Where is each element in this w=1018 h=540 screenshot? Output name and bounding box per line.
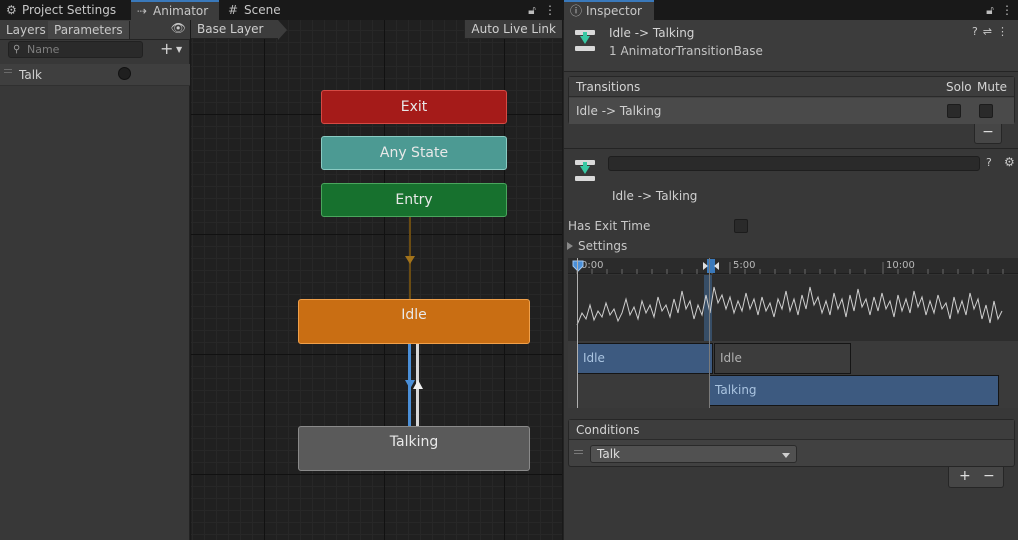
gear-icon: ⚙ bbox=[6, 3, 17, 17]
tab-project-settings[interactable]: ⚙ Project Settings bbox=[0, 0, 128, 20]
conditions-header: Conditions bbox=[569, 420, 1014, 440]
settings-label: Settings bbox=[578, 239, 628, 253]
tab-inspector[interactable]: ⓘ Inspector bbox=[564, 0, 654, 20]
breadcrumb[interactable]: Base Layer bbox=[191, 20, 286, 40]
lock-icon[interactable]: 🔓︎ bbox=[525, 0, 539, 20]
transition-start-line bbox=[709, 258, 710, 408]
layers-parameters-tabs: Layers Parameters 👁︎ bbox=[0, 20, 190, 40]
has-exit-time-checkbox[interactable] bbox=[734, 219, 748, 233]
drag-handle-icon[interactable] bbox=[4, 69, 12, 73]
inspector-lock-icon[interactable]: 🔓︎ bbox=[983, 0, 997, 20]
search-icon: ⚲ bbox=[13, 44, 21, 55]
remove-condition-button[interactable]: − bbox=[983, 468, 995, 484]
foldout-arrow-icon bbox=[567, 242, 573, 250]
tick-label-10: 10:00 bbox=[886, 260, 915, 271]
transitions-header: Transitions Solo Mute bbox=[569, 77, 1014, 97]
chevron-down-icon bbox=[782, 453, 790, 458]
clip-idle-continued[interactable]: Idle bbox=[714, 343, 851, 374]
has-exit-time-label: Has Exit Time bbox=[568, 219, 651, 233]
transition-name-field[interactable] bbox=[608, 156, 980, 171]
tab-animator[interactable]: ⇢ Animator bbox=[131, 0, 219, 20]
playhead-start bbox=[577, 258, 578, 408]
waveform-graph bbox=[576, 286, 1003, 326]
clip-bars: Idle Idle Talking bbox=[568, 341, 1018, 408]
help-icon[interactable]: ? bbox=[972, 25, 983, 38]
inspector-panel: Idle -> Talking 1 AnimatorTransitionBase… bbox=[563, 20, 1018, 540]
state-entry[interactable]: Entry bbox=[321, 183, 507, 217]
transition-timeline[interactable]: 0:00 5:00 10:00 Idle Idle Talking bbox=[568, 258, 1018, 408]
auto-live-link-button[interactable]: Auto Live Link bbox=[464, 20, 562, 39]
conditions-list: Conditions Talk bbox=[568, 419, 1015, 467]
state-exit[interactable]: Exit bbox=[321, 90, 507, 124]
tick-label-5: 5:00 bbox=[733, 260, 756, 271]
transition-row[interactable]: Idle -> Talking bbox=[569, 98, 1014, 124]
tab-scene[interactable]: # Scene bbox=[222, 0, 292, 20]
gear-icon[interactable]: ⚙ bbox=[1004, 155, 1015, 169]
presets-icon[interactable]: ⇌ bbox=[983, 25, 997, 38]
parameter-row-talk[interactable]: Talk bbox=[0, 64, 190, 86]
start-marker-icon[interactable] bbox=[571, 260, 587, 272]
condition-parameter-value: Talk bbox=[597, 447, 620, 461]
entry-transition-arrow[interactable] bbox=[405, 256, 415, 264]
grid-icon: # bbox=[228, 3, 239, 17]
animator-icon: ⇢ bbox=[137, 4, 148, 18]
state-idle[interactable]: Idle bbox=[298, 299, 530, 344]
transition-range-handle-icon[interactable] bbox=[701, 259, 729, 273]
transitions-list: Transitions Solo Mute Idle -> Talking bbox=[568, 76, 1015, 124]
kebab-menu-icon[interactable]: ⋮ bbox=[543, 0, 557, 20]
parameter-name[interactable]: Talk bbox=[19, 68, 42, 82]
header-actions: ?⇌⋮ bbox=[972, 25, 1013, 38]
condition-add-remove-buttons: + − bbox=[948, 467, 1004, 488]
eye-icon[interactable]: 👁︎ bbox=[171, 21, 186, 35]
solo-column-label: Solo bbox=[946, 80, 972, 94]
transition-title: Idle -> Talking bbox=[612, 189, 698, 203]
divider bbox=[564, 148, 1018, 149]
transition-icon bbox=[574, 30, 596, 52]
arrow-up-icon[interactable] bbox=[413, 380, 423, 389]
audio-waveform-preview bbox=[568, 275, 1018, 341]
tab-parameters[interactable]: Parameters bbox=[48, 21, 130, 39]
tab-layers[interactable]: Layers bbox=[0, 21, 53, 39]
info-icon: ⓘ bbox=[570, 4, 583, 18]
tab-inspector-label: Inspector bbox=[586, 4, 642, 18]
clip-talking-destination[interactable]: Talking bbox=[709, 375, 999, 406]
mute-checkbox[interactable] bbox=[979, 104, 993, 118]
settings-foldout[interactable]: Settings bbox=[567, 239, 628, 253]
drag-handle-icon[interactable] bbox=[574, 450, 583, 454]
ruler-ticks bbox=[576, 262, 1004, 274]
inspector-title: Idle -> Talking bbox=[609, 26, 695, 40]
transition-icon-small bbox=[574, 160, 596, 182]
timeline-ruler[interactable]: 0:00 5:00 10:00 bbox=[568, 258, 1018, 274]
trigger-toggle[interactable] bbox=[118, 67, 131, 80]
parameters-panel: Layers Parameters 👁︎ ⚲ Name + ▼ Talk bbox=[0, 20, 190, 540]
inspector-subtitle: 1 AnimatorTransitionBase bbox=[609, 44, 763, 58]
add-condition-button[interactable]: + bbox=[959, 468, 971, 484]
plus-icon: + bbox=[160, 39, 174, 58]
inspector-header: Idle -> Talking 1 AnimatorTransitionBase… bbox=[564, 20, 1018, 72]
transitions-header-label: Transitions bbox=[576, 80, 641, 94]
add-parameter-button[interactable]: + ▼ bbox=[160, 40, 188, 58]
state-talking[interactable]: Talking bbox=[298, 426, 530, 471]
condition-parameter-dropdown[interactable]: Talk bbox=[590, 445, 797, 463]
state-any-state[interactable]: Any State bbox=[321, 136, 507, 170]
help-icon-small[interactable]: ? bbox=[986, 156, 992, 169]
window-tab-strip: ⚙ Project Settings ⇢ Animator # Scene 🔓︎… bbox=[0, 0, 1018, 20]
tab-project-settings-label: Project Settings bbox=[22, 3, 117, 17]
animator-graph[interactable]: Base Layer Auto Live Link Exit Any State… bbox=[191, 20, 562, 540]
tab-animator-label: Animator bbox=[153, 4, 209, 18]
inspector-kebab-menu-icon[interactable]: ⋮ bbox=[1000, 0, 1014, 20]
solo-checkbox[interactable] bbox=[947, 104, 961, 118]
search-placeholder: Name bbox=[27, 43, 60, 56]
caret-down-icon: ▼ bbox=[176, 45, 183, 54]
parameter-search-input[interactable]: ⚲ Name bbox=[8, 41, 143, 58]
condition-row[interactable]: Talk bbox=[569, 441, 1014, 467]
clip-idle-source[interactable]: Idle bbox=[577, 343, 713, 374]
remove-transition-button[interactable]: − bbox=[974, 124, 1002, 144]
transition-row-label: Idle -> Talking bbox=[576, 104, 662, 118]
mute-column-label: Mute bbox=[977, 80, 1008, 94]
more-icon[interactable]: ⋮ bbox=[997, 25, 1013, 38]
tab-scene-label: Scene bbox=[244, 3, 281, 17]
